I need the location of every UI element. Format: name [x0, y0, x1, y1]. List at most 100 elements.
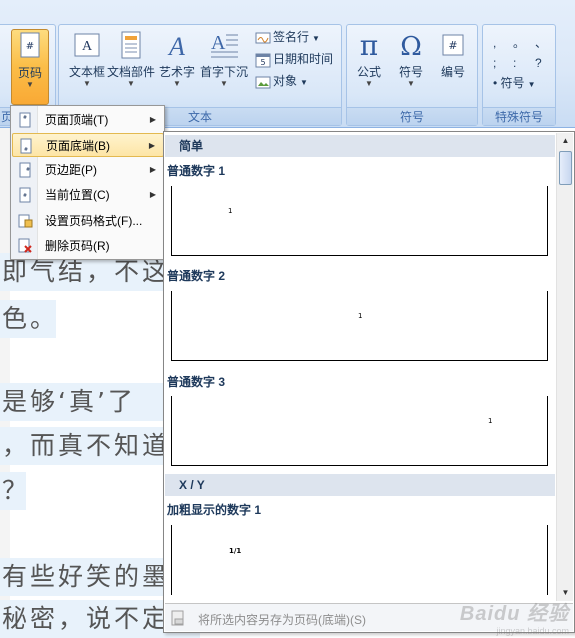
wordart-button[interactable]: A 艺术字 ▼ [151, 29, 203, 105]
page-number-icon: # [14, 30, 46, 62]
svg-text:#: # [448, 39, 457, 52]
equation-button[interactable]: π 公式 ▼ [347, 29, 391, 105]
symbol-label: 符号 [398, 65, 423, 79]
special-char-button[interactable]: ; [493, 53, 496, 73]
svg-text:#: # [24, 147, 28, 153]
numbering-icon: # [437, 29, 469, 61]
special-symbol-button[interactable]: • 符号 ▼ [493, 73, 535, 93]
quick-parts-icon [115, 29, 147, 61]
group-symbols: π 公式 ▼ Ω 符号 ▼ # 编号 符号 [346, 24, 478, 126]
text-box-icon: A [71, 29, 103, 61]
menu-item-top-of-page[interactable]: # 页面顶端(T) ▶ [12, 108, 164, 132]
watermark: Baidu 经验 jingyan.baidu.com [460, 597, 569, 636]
svg-text:#: # [26, 167, 30, 173]
scroll-up-icon[interactable]: ▲ [558, 133, 573, 149]
gallery-item-title: 加粗显示的数字 1 [167, 503, 262, 517]
page-number-sample: 1 [358, 312, 363, 320]
svg-text:A: A [167, 32, 185, 61]
object-icon [255, 74, 271, 90]
menu-item-page-margins[interactable]: # 页边距(P) ▶ [12, 158, 164, 182]
gallery-item-title: 普通数字 1 [167, 164, 226, 178]
menu-item-label: 设置页码格式(F)... [45, 214, 143, 228]
special-char-button[interactable]: : [513, 53, 516, 73]
object-button[interactable]: 对象 ▼ [255, 71, 308, 91]
menu-item-format-page-numbers[interactable]: 设置页码格式(F)... [12, 209, 164, 233]
page-number-sample: 1 [228, 207, 233, 215]
chevron-down-icon: ▼ [407, 79, 415, 88]
save-gallery-icon [170, 610, 186, 626]
chevron-down-icon: ▼ [26, 80, 34, 89]
date-time-label: 日期和时间 [273, 52, 334, 66]
special-char-button[interactable]: ? [535, 53, 542, 73]
watermark-url: jingyan.baidu.com [496, 626, 569, 636]
special-char-button[interactable]: 、 [535, 33, 547, 53]
menu-item-label: 当前位置(C) [45, 188, 110, 202]
gallery-item-title: 普通数字 2 [167, 269, 226, 283]
wordart-label: 艺术字 [158, 65, 195, 79]
special-symbol-label: 符号 [500, 76, 525, 90]
current-position-icon: # [17, 187, 33, 203]
page-number-menu: # 页面顶端(T) ▶ # 页面底端(B) ▶ # 页边距(P) ▶ # 当前位… [10, 105, 165, 260]
svg-text:Ω: Ω [400, 32, 422, 61]
delete-icon [17, 238, 33, 254]
special-char-button[interactable]: , [493, 33, 496, 53]
drop-cap-label: 首字下沉 [199, 65, 248, 79]
special-char-button[interactable]: 。 [513, 33, 525, 53]
svg-text:A: A [82, 39, 93, 54]
drop-cap-button[interactable]: A 首字下沉 ▼ [198, 29, 250, 105]
chevron-right-icon: ▶ [149, 190, 156, 199]
object-label: 对象 [273, 74, 298, 88]
chevron-down-icon: ▼ [127, 79, 135, 88]
quick-parts-label: 文档部件 [106, 65, 155, 79]
date-time-button[interactable]: 5 日期和时间 [255, 49, 333, 69]
gallery-item-plain-number-1[interactable]: 1 [171, 186, 548, 256]
menu-item-label: 删除页码(R) [45, 239, 110, 253]
quick-parts-button[interactable]: 文档部件 ▼ [105, 29, 157, 105]
omega-icon: Ω [395, 29, 427, 62]
bottom-of-page-gallery: 简单 普通数字 1 1 普通数字 2 1 普通数字 3 1 X / Y 加粗显示… [163, 131, 575, 633]
page-number-sample: 1 [488, 417, 493, 425]
gallery-item-bold-number-1[interactable]: 1/1 [171, 525, 548, 595]
scroll-thumb[interactable] [559, 151, 572, 185]
signature-line-label: 签名行 [273, 30, 310, 44]
category-header-simple: 简单 [165, 135, 555, 157]
group-special-symbols: , 。 、 ; : ? • 符号 ▼ 特殊符号 [482, 24, 556, 126]
doc-line: 色。 [0, 300, 56, 338]
drop-cap-icon: A [208, 29, 240, 61]
wordart-icon: A [161, 29, 193, 61]
menu-item-label: 页面顶端(T) [45, 113, 109, 127]
menu-item-label: 页边距(P) [45, 163, 97, 177]
signature-icon [255, 30, 271, 46]
chevron-down-icon: ▼ [365, 79, 373, 88]
svg-text:A: A [211, 32, 226, 54]
svg-text:#: # [26, 41, 34, 52]
svg-text:π: π [360, 29, 378, 61]
svg-text:#: # [23, 193, 27, 199]
category-header-xy: X / Y [165, 474, 555, 496]
pi-icon: π [353, 29, 385, 62]
doc-line: ？ [0, 472, 27, 510]
menu-item-label: 页面底端(B) [46, 139, 110, 153]
page-number-label: 页码 [17, 66, 42, 80]
menu-item-remove-page-numbers[interactable]: 删除页码(R) [12, 234, 164, 258]
watermark-brand: Baidu 经验 [459, 603, 569, 625]
symbol-button[interactable]: Ω 符号 ▼ [389, 29, 433, 105]
gallery-item-plain-number-3[interactable]: 1 [171, 396, 548, 466]
numbering-label: 编号 [440, 65, 465, 79]
signature-line-button[interactable]: 签名行 ▼ [255, 27, 320, 47]
gallery-item-title: 普通数字 3 [167, 375, 226, 389]
calendar-icon: 5 [255, 52, 271, 68]
format-icon [17, 213, 33, 229]
menu-item-current-position[interactable]: # 当前位置(C) ▶ [12, 183, 164, 207]
menu-item-bottom-of-page[interactable]: # 页面底端(B) ▶ [12, 133, 164, 157]
bullet-icon: • [493, 76, 498, 90]
gallery-item-plain-number-2[interactable]: 1 [171, 291, 548, 361]
page-bottom-icon: # [18, 138, 34, 154]
page-number-sample: 1/1 [229, 547, 242, 555]
gallery-scrollbar[interactable]: ▲ ▼ [556, 133, 573, 601]
chevron-right-icon: ▶ [148, 141, 155, 150]
numbering-button[interactable]: # 编号 [431, 29, 475, 105]
page-number-button[interactable]: # 页码 ▼ [11, 29, 49, 105]
group-label-symbols: 符号 [347, 107, 477, 125]
page-top-icon: # [17, 112, 33, 128]
